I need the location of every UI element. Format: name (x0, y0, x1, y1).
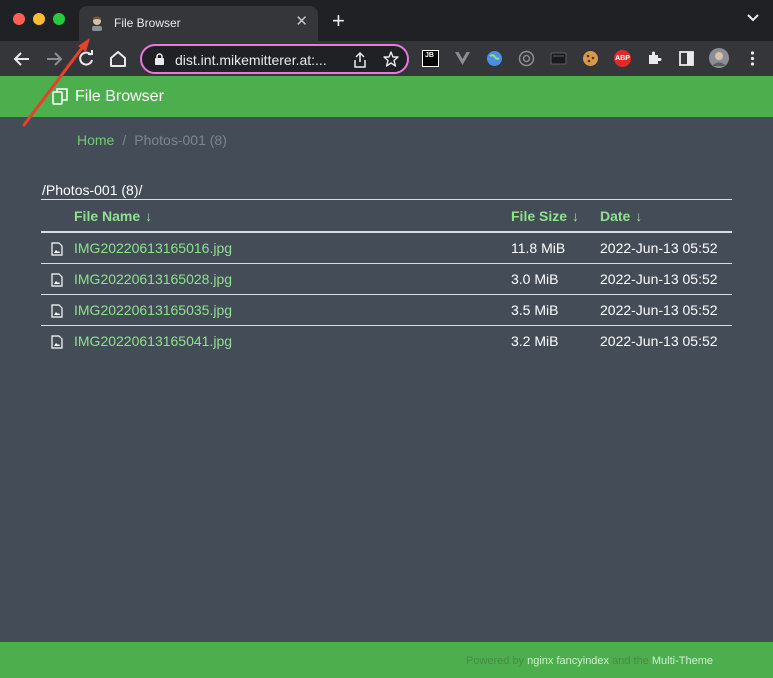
address-bar[interactable]: dist.int.mikemitterer.at:... (140, 44, 409, 74)
window-close-button[interactable] (13, 13, 25, 25)
sort-arrow-icon[interactable]: ↓ (572, 208, 579, 224)
image-file-icon (51, 335, 63, 349)
browser-toolbar: dist.int.mikemitterer.at:... JB ABP (0, 41, 773, 76)
proxy-icon[interactable] (518, 50, 535, 67)
new-tab-button[interactable]: + (332, 10, 345, 32)
file-table: File Name ↓ File Size ↓ Date ↓ IMG202206131… (41, 200, 732, 356)
file-size: 3.0 MiB (511, 263, 600, 295)
close-icon[interactable]: ✕ (295, 14, 308, 30)
multi-theme-link[interactable]: Multi-Theme (652, 655, 713, 667)
browser-tab[interactable]: File Browser ✕ (79, 6, 318, 41)
table-row: IMG20220613165035.jpg 3.5 MiB 2022-Jun-1… (41, 294, 732, 326)
fancyindex-link[interactable]: fancyindex (556, 655, 609, 667)
adblock-icon[interactable]: ABP (614, 50, 631, 67)
column-date-label[interactable]: Date (600, 208, 630, 224)
tab-title: File Browser (114, 16, 181, 30)
app-header: File Browser (0, 76, 773, 117)
image-file-icon (51, 273, 63, 287)
footer-powered-by: Powered by (465, 655, 525, 667)
lock-icon[interactable] (154, 53, 165, 66)
file-link[interactable]: IMG20220613165041.jpg (74, 333, 232, 349)
file-date: 2022-Jun-13 05:52 (600, 232, 732, 264)
image-file-icon (51, 242, 63, 256)
header-icon-cell (41, 200, 73, 232)
breadcrumb-current: Photos-001 (8) (134, 132, 227, 148)
footer-and-the: and the (612, 655, 649, 667)
window-minimize-button[interactable] (33, 13, 45, 25)
table-row: IMG20220613165041.jpg 3.2 MiB 2022-Jun-1… (41, 325, 732, 356)
file-link[interactable]: IMG20220613165035.jpg (74, 302, 232, 318)
share-icon[interactable] (353, 52, 367, 68)
image-file-icon (51, 304, 63, 318)
file-date: 2022-Jun-13 05:52 (600, 332, 718, 349)
cookie-icon[interactable] (582, 50, 599, 67)
sidepanel-icon[interactable] (678, 50, 695, 67)
page-viewport: File Browser Home / Photos-001 (8) /Photos… (0, 76, 773, 678)
breadcrumb-home-link[interactable]: Home (77, 132, 114, 148)
forward-arrow-icon[interactable] (44, 49, 64, 69)
kebab-menu-icon[interactable] (744, 50, 761, 67)
copy-files-icon (52, 88, 68, 105)
chevron-down-icon[interactable] (747, 13, 759, 23)
breadcrumb: Home / Photos-001 (8) (77, 132, 227, 148)
file-size: 11.8 MiB (511, 232, 600, 264)
home-icon[interactable] (108, 49, 128, 69)
footer-credits: Powered by nginx fancyindex and the Mult… (466, 655, 713, 667)
bookmark-star-icon[interactable] (383, 51, 399, 67)
sort-by-size-header[interactable]: File Size ↓ (511, 200, 600, 232)
file-size: 3.5 MiB (511, 294, 600, 326)
sort-arrow-icon[interactable]: ↓ (145, 208, 152, 224)
window-zoom-button[interactable] (53, 13, 65, 25)
app-title[interactable]: File Browser (75, 88, 164, 106)
table-header-row: File Name ↓ File Size ↓ Date ↓ (41, 200, 732, 232)
vue-icon[interactable] (454, 50, 471, 67)
nginx-link[interactable]: nginx (527, 655, 553, 667)
column-name-label[interactable]: File Name (74, 208, 140, 224)
file-size: 3.2 MiB (511, 332, 559, 349)
file-date: 2022-Jun-13 05:52 (600, 263, 732, 295)
globe-icon[interactable] (486, 50, 503, 67)
avatar-favicon-icon (92, 16, 102, 31)
sort-by-date-header[interactable]: Date ↓ (600, 200, 732, 232)
back-arrow-icon[interactable] (12, 49, 32, 69)
profile-avatar[interactable] (709, 48, 729, 68)
reload-icon[interactable] (76, 49, 96, 69)
puzzle-icon[interactable] (646, 50, 663, 67)
file-link[interactable]: IMG20220613165028.jpg (74, 271, 232, 287)
jetbrains-icon[interactable]: JB (422, 50, 439, 67)
file-date: 2022-Jun-13 05:52 (600, 294, 732, 326)
breadcrumb-separator: / (122, 132, 127, 148)
file-link[interactable]: IMG20220613165016.jpg (74, 240, 232, 256)
table-row: IMG20220613165016.jpg 11.8 MiB 2022-Jun-… (41, 232, 732, 264)
table-row: IMG20220613165028.jpg 3.0 MiB 2022-Jun-1… (41, 263, 732, 295)
screen-icon[interactable] (550, 50, 567, 67)
sort-arrow-icon[interactable]: ↓ (635, 208, 642, 224)
sort-by-name-header[interactable]: File Name ↓ (73, 200, 511, 232)
url-text[interactable]: dist.int.mikemitterer.at:... (175, 52, 327, 68)
path-heading: /Photos-001 (8)/ (42, 182, 143, 198)
app-footer: Powered by nginx fancyindex and the Mult… (0, 642, 773, 678)
column-size-label[interactable]: File Size (511, 208, 567, 224)
tab-strip: File Browser ✕ + (0, 0, 773, 41)
